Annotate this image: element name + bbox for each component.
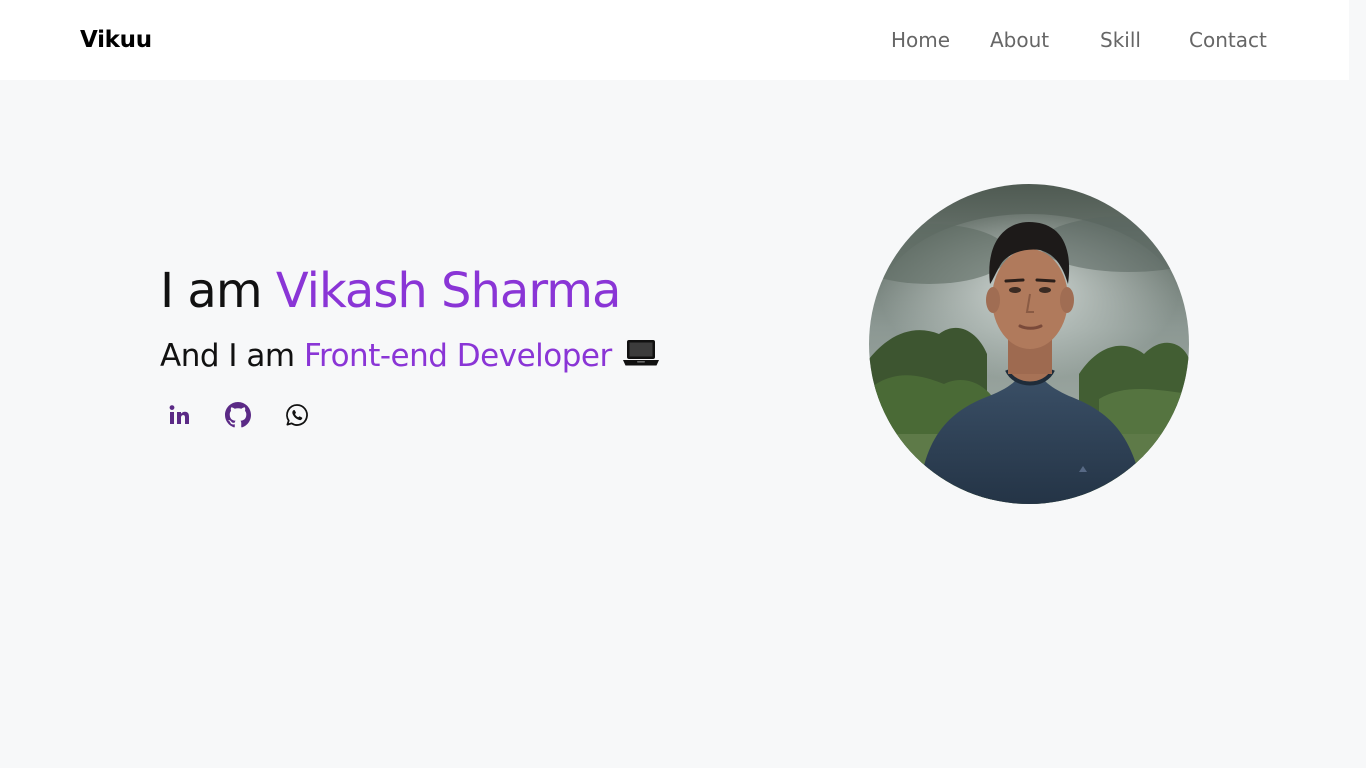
brand-logo[interactable]: Vikuu [80, 27, 152, 53]
headline-prefix: I am [160, 263, 276, 319]
nav-link-skill[interactable]: Skill [1100, 28, 1141, 52]
whatsapp-link[interactable] [282, 402, 312, 432]
laptop-icon [622, 338, 660, 376]
hero-role: Front-end Developer [303, 338, 612, 374]
github-link[interactable] [223, 401, 253, 433]
profile-photo [869, 184, 1189, 504]
github-icon [225, 401, 251, 433]
linkedin-icon [167, 403, 191, 432]
hero-name: Vikash Sharma [275, 263, 622, 319]
subline-prefix: And I am [160, 338, 304, 374]
nav-link-about[interactable]: About [990, 28, 1049, 52]
navbar: Vikuu Home About Skill Contact [0, 0, 1349, 80]
linkedin-link[interactable] [164, 402, 194, 432]
page: Vikuu Home About Skill Contact I am Vika… [0, 0, 1349, 768]
hero-subline: And I am Front-end Developer [160, 338, 660, 376]
nav-link-contact[interactable]: Contact [1189, 28, 1267, 52]
hero-headline: I am Vikash Sharma [160, 263, 622, 319]
hero-section: I am Vikash Sharma And I am Front-end De… [0, 80, 1349, 768]
nav-link-home[interactable]: Home [891, 28, 950, 52]
whatsapp-icon [284, 402, 310, 433]
